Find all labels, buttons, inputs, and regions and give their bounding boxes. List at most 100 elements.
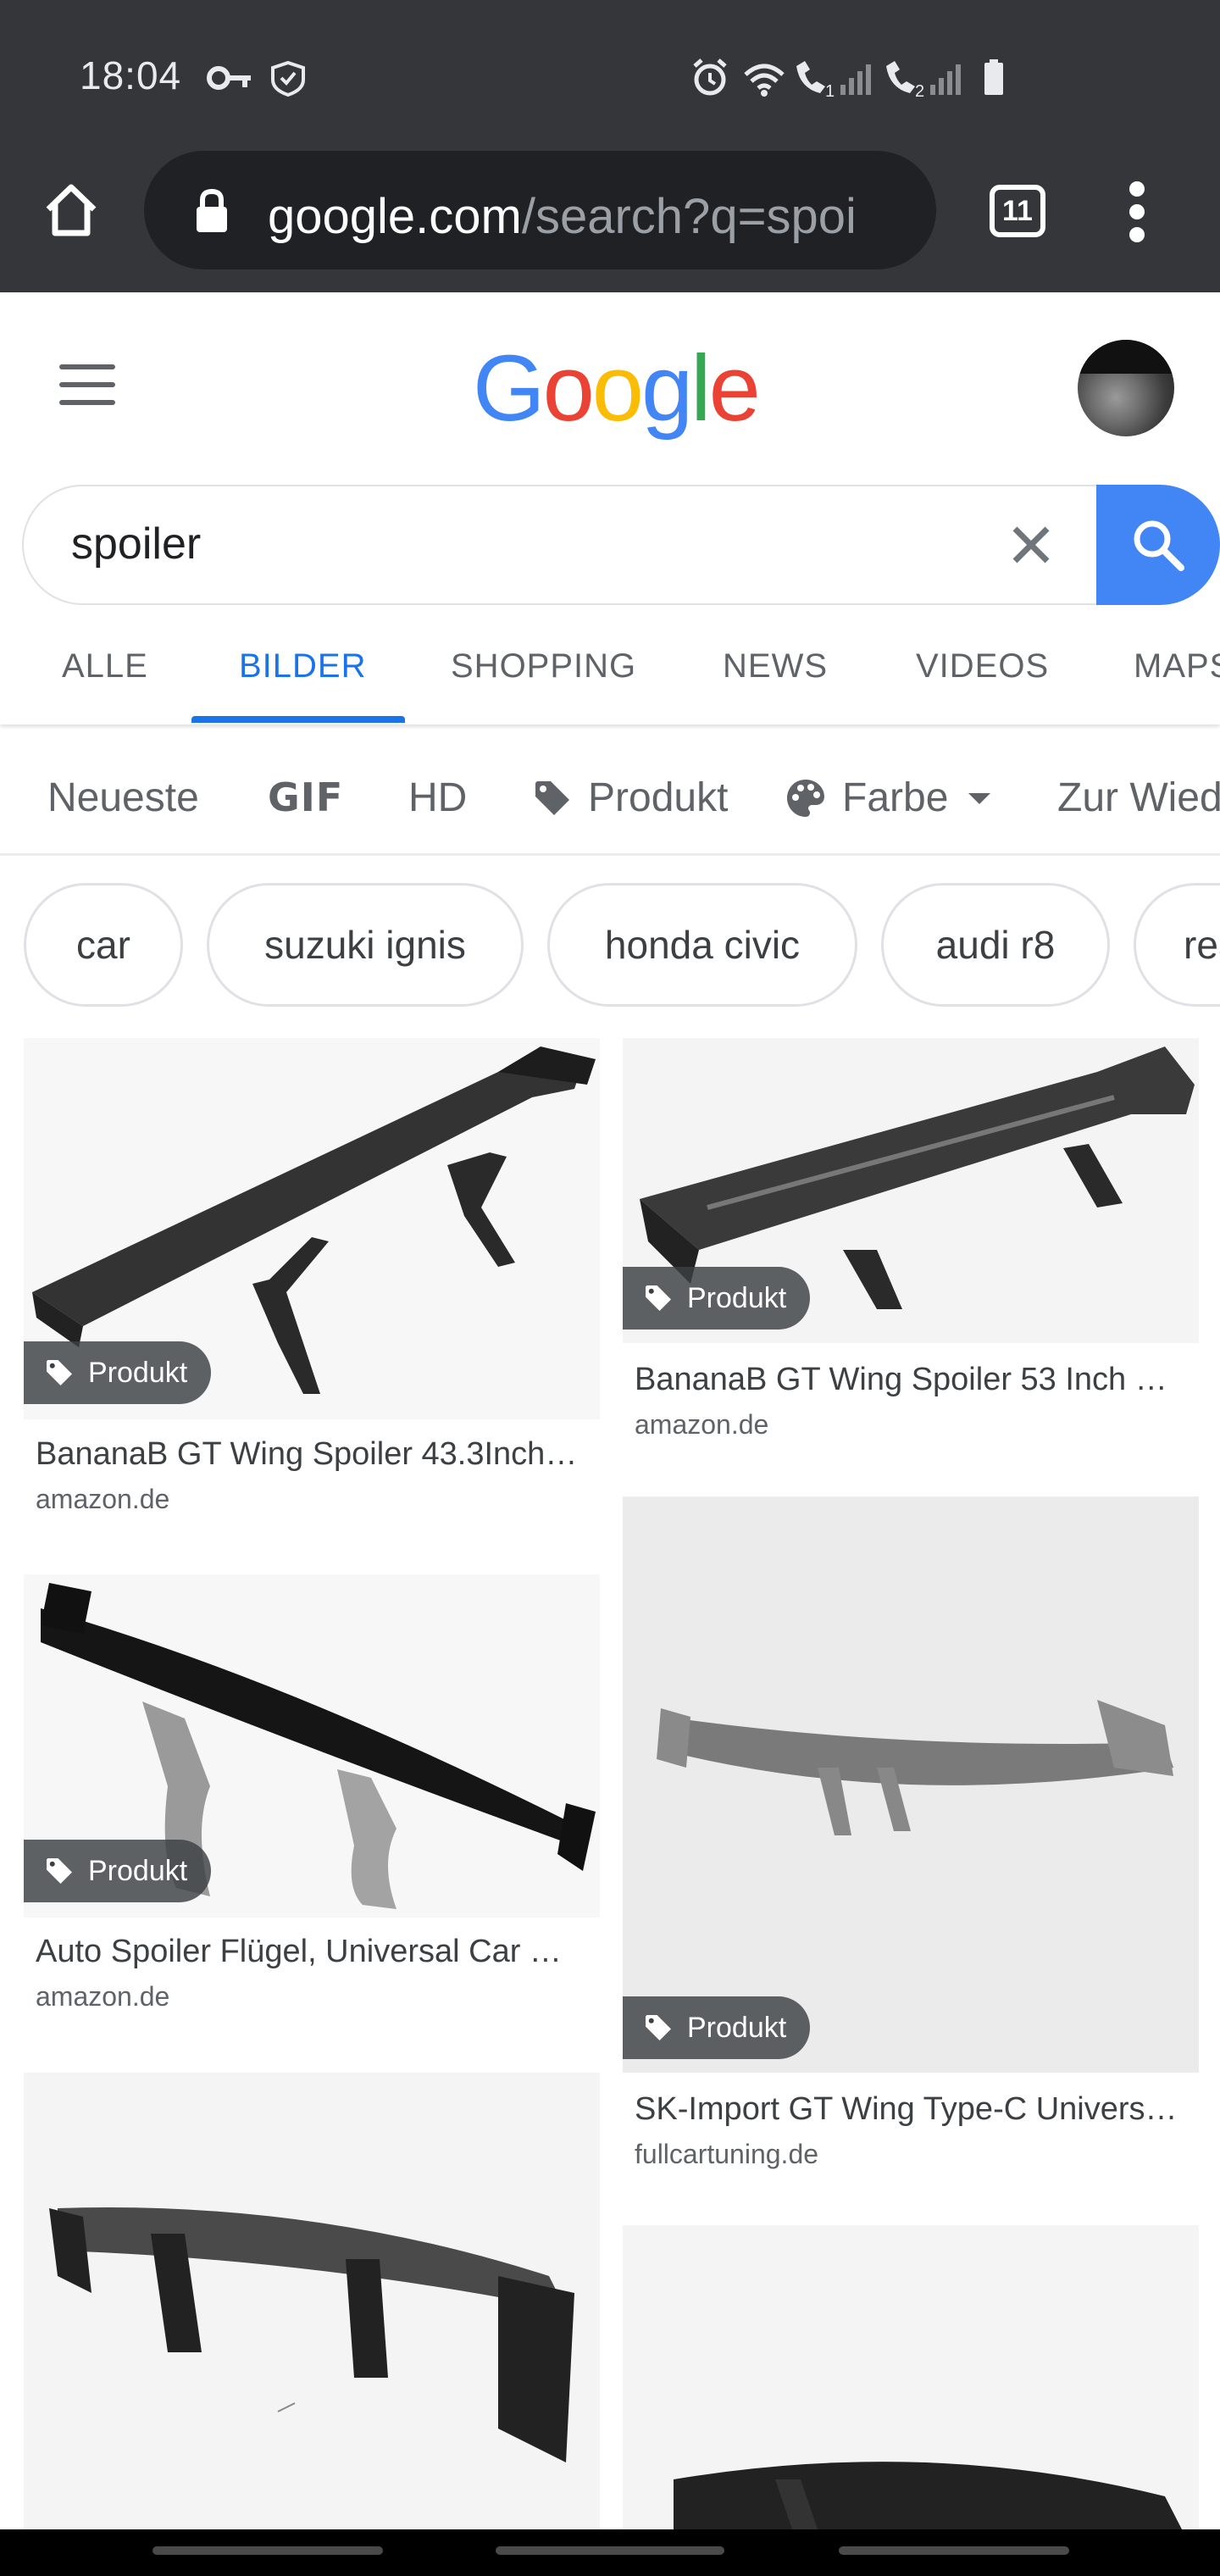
active-tab-indicator [191, 716, 405, 723]
search-button[interactable] [1096, 485, 1220, 605]
related-chips: car suzuki ignis honda civic audi r8 rea… [0, 883, 1220, 1010]
image-filters: Neueste GIF HD Produkt Farbe Zur Wiederv… [0, 746, 1220, 856]
chevron-down-icon [968, 792, 991, 804]
filter-gif-label: GIF [268, 774, 344, 820]
search-input[interactable]: spoiler [71, 519, 201, 569]
tab-switcher-button[interactable]: 11 [990, 185, 1045, 237]
tab-videos[interactable]: VIDEOS [916, 647, 1049, 686]
filter-reuse[interactable]: Zur Wiederverwendung [1057, 774, 1220, 821]
result-title[interactable]: BananaB GT Wing Spoiler 43.3Inch… [36, 1436, 586, 1473]
result-title[interactable]: Auto Spoiler Flügel, Universal Car … [36, 1934, 586, 1970]
logo-letter: e [708, 336, 761, 441]
result-source: amazon.de [36, 1981, 170, 2012]
result-title[interactable]: SK-Import GT Wing Type-C Univers… [635, 2091, 1185, 2128]
chip-car[interactable]: car [24, 883, 183, 1007]
google-header: Google [0, 292, 1220, 462]
image-result[interactable]: Produkt SK-Import GT Wing Type-C Univers… [623, 1496, 1199, 2174]
product-badge: Produkt [623, 1267, 811, 1330]
url-path: /search?q=spoi [521, 189, 857, 244]
search-tabs: ALLE BILDER SHOPPING NEWS VIDEOS MAPS [0, 619, 1220, 724]
result-title[interactable]: BananaB GT Wing Spoiler 53 Inch … [635, 1362, 1185, 1398]
filter-color[interactable]: Farbe [785, 774, 992, 821]
svg-text:1: 1 [825, 82, 835, 100]
status-indicators-icon: 1 2 [693, 58, 1003, 101]
logo-letter: G [473, 336, 546, 441]
search-icon [1134, 520, 1184, 571]
tab-bilder[interactable]: BILDER [239, 647, 367, 686]
tag-icon [47, 1360, 72, 1385]
filter-product[interactable]: Produkt [532, 774, 728, 821]
nav-back-button[interactable] [839, 2546, 1069, 2555]
tab-alle[interactable]: ALLE [62, 647, 148, 686]
image-result[interactable]: Produkt BananaB GT Wing Spoiler 53 Inch … [623, 1038, 1199, 1445]
filter-product-label: Produkt [588, 775, 729, 820]
product-badge: Produkt [623, 1996, 811, 2059]
browser-menu-button[interactable] [1118, 181, 1156, 242]
filter-gif[interactable]: GIF [268, 774, 343, 820]
search-box: spoiler [22, 485, 1220, 605]
filter-color-label: Farbe [842, 775, 949, 820]
tag-icon [47, 1858, 72, 1884]
badge-label: Produkt [687, 1281, 787, 1314]
account-avatar[interactable] [1078, 340, 1174, 436]
home-button[interactable] [37, 176, 105, 244]
nav-home-button[interactable] [496, 2546, 724, 2555]
tab-news[interactable]: NEWS [723, 647, 828, 686]
tab-maps[interactable]: MAPS [1134, 647, 1220, 686]
url-host: google.com [268, 189, 522, 244]
nav-recent-apps-button[interactable] [152, 2546, 383, 2555]
result-image[interactable] [623, 2225, 1199, 2529]
filter-hd[interactable]: HD [408, 774, 467, 821]
status-left-icons [207, 59, 317, 101]
palette-icon [787, 779, 824, 817]
filter-newest[interactable]: Neueste [47, 774, 199, 821]
badge-label: Produkt [88, 1854, 188, 1887]
result-source: fullcartuning.de [635, 2139, 819, 2169]
tag-icon [646, 2015, 671, 2040]
spoiler-image [674, 2462, 1182, 2529]
alarm-icon [693, 58, 727, 96]
image-result[interactable] [24, 2073, 600, 2529]
system-navigation-bar [0, 2529, 1220, 2576]
status-right-icons: 1 2 [688, 56, 1018, 104]
browser-toolbar: google.com/search?q=spoi 11 [0, 144, 1220, 292]
tab-shopping[interactable]: SHOPPING [451, 647, 636, 686]
clear-search-button[interactable] [1003, 517, 1059, 573]
result-source: amazon.de [635, 1409, 769, 1440]
wifi-call-sim2-icon: 2 [886, 61, 961, 101]
badge-label: Produkt [687, 2011, 787, 2044]
image-result[interactable] [623, 2225, 1199, 2529]
result-image[interactable] [24, 2073, 600, 2529]
product-badge: Produkt [24, 1341, 212, 1404]
google-logo[interactable]: Google [473, 335, 761, 442]
logo-letter: o [591, 336, 644, 441]
home-icon [46, 184, 97, 236]
key-icon [207, 60, 305, 97]
wifi-icon [744, 64, 785, 97]
url-text: google.com/search?q=spoi [268, 188, 912, 245]
logo-letter: l [690, 336, 712, 441]
result-image[interactable] [623, 1496, 1199, 2073]
chip-rear[interactable]: rear [1134, 883, 1220, 1007]
status-bar: 18:04 1 2 [0, 0, 1220, 144]
status-time: 18:04 [80, 53, 182, 97]
chip-suzuki-ignis[interactable]: suzuki ignis [207, 883, 524, 1007]
image-result[interactable]: Produkt BananaB GT Wing Spoiler 43.3Inch… [24, 1038, 600, 1530]
tag-icon [535, 780, 569, 815]
chip-honda-civic[interactable]: honda civic [547, 883, 857, 1007]
wifi-call-sim1-icon: 1 [796, 61, 871, 101]
tag-icon [646, 1285, 671, 1311]
chip-audi-r8[interactable]: audi r8 [881, 883, 1110, 1007]
battery-icon [984, 59, 1003, 95]
product-badge: Produkt [24, 1840, 212, 1902]
close-icon [1012, 526, 1050, 564]
logo-letter: g [640, 336, 693, 441]
logo-letter: o [542, 336, 595, 441]
image-result[interactable]: Produkt Auto Spoiler Flügel, Universal C… [24, 1574, 600, 2032]
lock-icon [197, 188, 227, 232]
badge-label: Produkt [88, 1356, 188, 1389]
address-bar[interactable]: google.com/search?q=spoi [144, 151, 936, 269]
spoiler-image [49, 2207, 574, 2462]
menu-icon[interactable] [59, 364, 115, 407]
spoiler-image [657, 1700, 1173, 1835]
